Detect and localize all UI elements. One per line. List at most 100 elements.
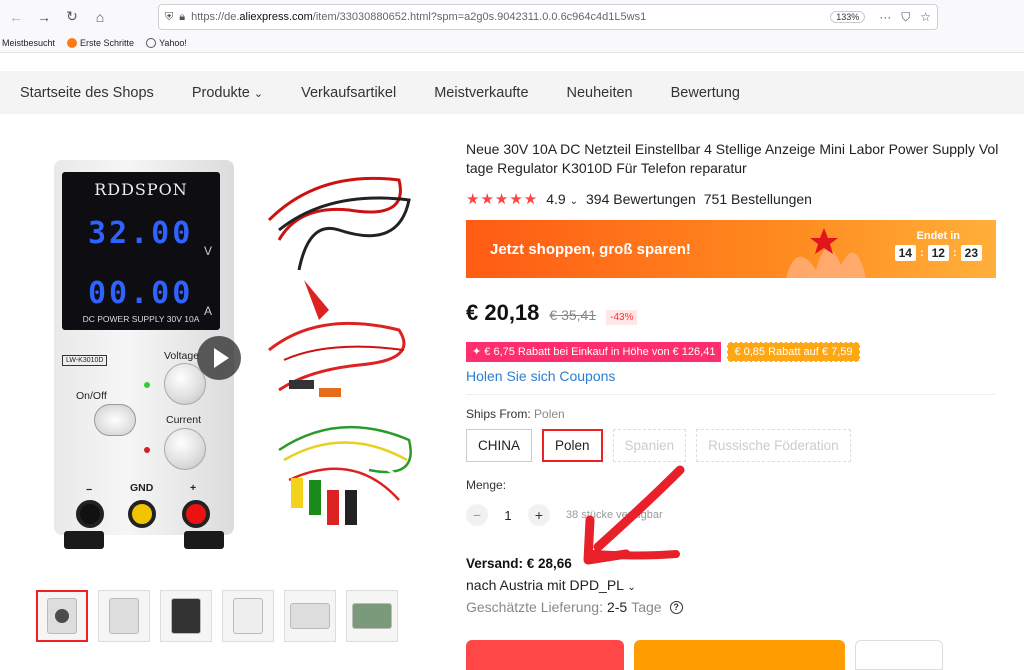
price-row: € 20,18 € 35,41 -43% — [466, 300, 1006, 326]
select-coupon-badge[interactable]: € 0,85 Rabatt auf € 7,59 — [727, 342, 860, 362]
product-title: Neue 30V 10A DC Netzteil Einstellbar 4 S… — [466, 141, 999, 176]
ships-from-label: Ships From: Polen — [466, 407, 565, 421]
coupon-row: ✦ € 6,75 Rabatt bei Einkauf in Höhe von … — [466, 342, 1006, 362]
store-coupon-badge[interactable]: ✦ € 6,75 Rabatt bei Einkauf in Höhe von … — [466, 342, 722, 362]
promo-banner[interactable]: Jetzt shoppen, groß sparen! Endet in 14:… — [466, 220, 996, 278]
ship-option-polen[interactable]: Polen — [542, 429, 603, 462]
plus-label: + — [190, 482, 197, 494]
rating-row: ★★★★★ 4.9 ⌄ 394 Bewertungen 751 Bestellu… — [466, 190, 1006, 208]
quantity-input[interactable]: 1 — [498, 508, 518, 523]
increase-qty-button[interactable]: + — [528, 504, 550, 526]
ship-option-spanien[interactable]: Spanien — [612, 429, 687, 462]
gnd-label: GND — [130, 482, 154, 494]
timer-minutes: 12 — [927, 245, 949, 261]
chevron-down-icon: ⌄ — [627, 582, 636, 593]
amp-reading: 00.00 — [88, 276, 194, 311]
ship-option-china[interactable]: CHINA — [466, 429, 533, 462]
main-product-image[interactable]: RDDSPON 32.00 V 00.00 A DC POWER SUPPLY … — [34, 150, 420, 560]
add-to-cart-button[interactable] — [634, 640, 845, 670]
thumbnail-6[interactable] — [346, 590, 398, 642]
psu-foot-left — [64, 531, 104, 549]
shield-icon[interactable]: ⛨ — [165, 11, 173, 24]
star-rating-icon: ★★★★★ — [466, 191, 539, 208]
buy-now-button[interactable] — [466, 640, 624, 670]
home-icon[interactable]: ⌂ — [90, 7, 110, 27]
wishlist-button[interactable] — [855, 640, 943, 670]
minus-label: − — [86, 484, 93, 496]
power-switch — [94, 404, 136, 436]
reload-icon[interactable]: ↻ — [62, 7, 82, 27]
nav-sale-items[interactable]: Verkaufsartikel — [282, 85, 415, 101]
psu-model-tag: LW-K3010D — [62, 355, 108, 366]
bookmark-erste-schritte[interactable]: Erste Schritte — [67, 37, 134, 48]
zoom-badge[interactable]: 133% — [830, 11, 866, 23]
onoff-label: On/Off — [76, 390, 107, 402]
thumbnail-2[interactable] — [98, 590, 150, 642]
promo-text: Jetzt shoppen, groß sparen! — [490, 240, 691, 258]
product-info: Neue 30V 10A DC Netzteil Einstellbar 4 S… — [466, 140, 1006, 615]
nav-new-arrivals[interactable]: Neuheiten — [548, 85, 652, 101]
thumbnail-strip — [36, 590, 398, 642]
nav-reviews[interactable]: Bewertung — [652, 85, 759, 101]
stock-available: 38 stücke verfügbar — [566, 509, 663, 521]
ships-from-options: CHINA Polen Spanien Russische Föderation — [466, 429, 1006, 462]
divider — [466, 394, 996, 395]
play-video-button[interactable] — [197, 336, 241, 380]
play-icon — [55, 609, 69, 623]
promo-decoration — [786, 228, 866, 278]
quantity-stepper: − 1 + 38 stücke verfügbar — [466, 504, 1006, 526]
thumbnail-5[interactable] — [284, 590, 336, 642]
discount-badge: -43% — [606, 310, 638, 325]
firefox-icon — [67, 37, 78, 48]
forward-icon[interactable]: → — [34, 7, 54, 27]
psu-foot-right — [184, 531, 224, 549]
more-icon[interactable]: ··· — [879, 10, 891, 25]
current-label: Current — [166, 414, 202, 426]
thumbnail-3[interactable] — [160, 590, 212, 642]
rating-value[interactable]: 4.9 ⌄ — [546, 191, 578, 207]
test-leads-illustration — [267, 176, 412, 525]
url-bar[interactable]: ⛨ 🔒︎ https://de.aliexpress.com/item/3303… — [158, 4, 938, 30]
orders-count: 751 Bestellungen — [703, 191, 812, 207]
globe-icon — [146, 37, 157, 48]
get-coupons-link[interactable]: Holen Sie sich Coupons — [466, 368, 1006, 384]
promo-ends-label: Endet in — [916, 230, 960, 242]
nav-bestsellers[interactable]: Meistverkaufte — [415, 85, 547, 101]
ship-option-russia[interactable]: Russische Föderation — [696, 429, 851, 462]
back-icon[interactable]: ← — [6, 7, 26, 27]
current-price: € 20,18 — [466, 300, 540, 325]
psu-brand: RDDSPON — [94, 180, 188, 199]
bookmark-meistbesucht[interactable]: Meistbesucht — [2, 38, 55, 48]
volt-unit: V — [203, 244, 212, 258]
volt-reading: 32.00 — [88, 216, 194, 251]
pocket-icon[interactable]: ⛉ — [901, 10, 910, 25]
url-text[interactable]: https://de.aliexpress.com/item/330308806… — [191, 11, 646, 23]
positive-port — [182, 500, 210, 528]
promo-countdown: Endet in 14: 12: 23 — [894, 230, 982, 261]
help-icon[interactable]: ? — [669, 600, 683, 614]
nav-products[interactable]: Produkte ⌄ — [173, 85, 282, 101]
nav-products-label: Produkte — [191, 84, 250, 101]
shop-nav: Startseite des Shops Produkte ⌄ Verkaufs… — [0, 71, 1024, 114]
reviews-count[interactable]: 394 Bewertungen — [586, 191, 696, 207]
voltage-label: Voltage — [164, 350, 200, 362]
timer-seconds: 23 — [960, 245, 982, 261]
timer-hours: 14 — [894, 245, 916, 261]
quantity-label: Menge: — [466, 478, 507, 492]
psu-display: RDDSPON 32.00 V 00.00 A DC POWER SUPPLY … — [62, 172, 220, 330]
current-knob — [164, 428, 206, 470]
lock-icon[interactable]: 🔒︎ — [179, 11, 185, 24]
bookmark-yahoo[interactable]: Yahoo! — [146, 37, 187, 48]
thumbnail-4[interactable] — [222, 590, 274, 642]
negative-port — [76, 500, 104, 528]
red-led — [144, 447, 150, 453]
shipping-destination[interactable]: nach Austria mit DPD_PL ⌄ — [466, 577, 1006, 593]
bookmark-star-icon[interactable]: ☆ — [920, 10, 931, 25]
thumbnail-1[interactable] — [36, 590, 88, 642]
shipping-cost: Versand: € 28,66 — [466, 556, 572, 571]
decrease-qty-button[interactable]: − — [466, 504, 488, 526]
bookmarks-bar: Meistbesucht Erste Schritte Yahoo! — [0, 33, 1024, 53]
psu-panel-label: DC POWER SUPPLY 30V 10A — [82, 314, 200, 324]
chevron-down-icon: ⌄ — [569, 196, 578, 207]
nav-store-home[interactable]: Startseite des Shops — [0, 85, 173, 101]
